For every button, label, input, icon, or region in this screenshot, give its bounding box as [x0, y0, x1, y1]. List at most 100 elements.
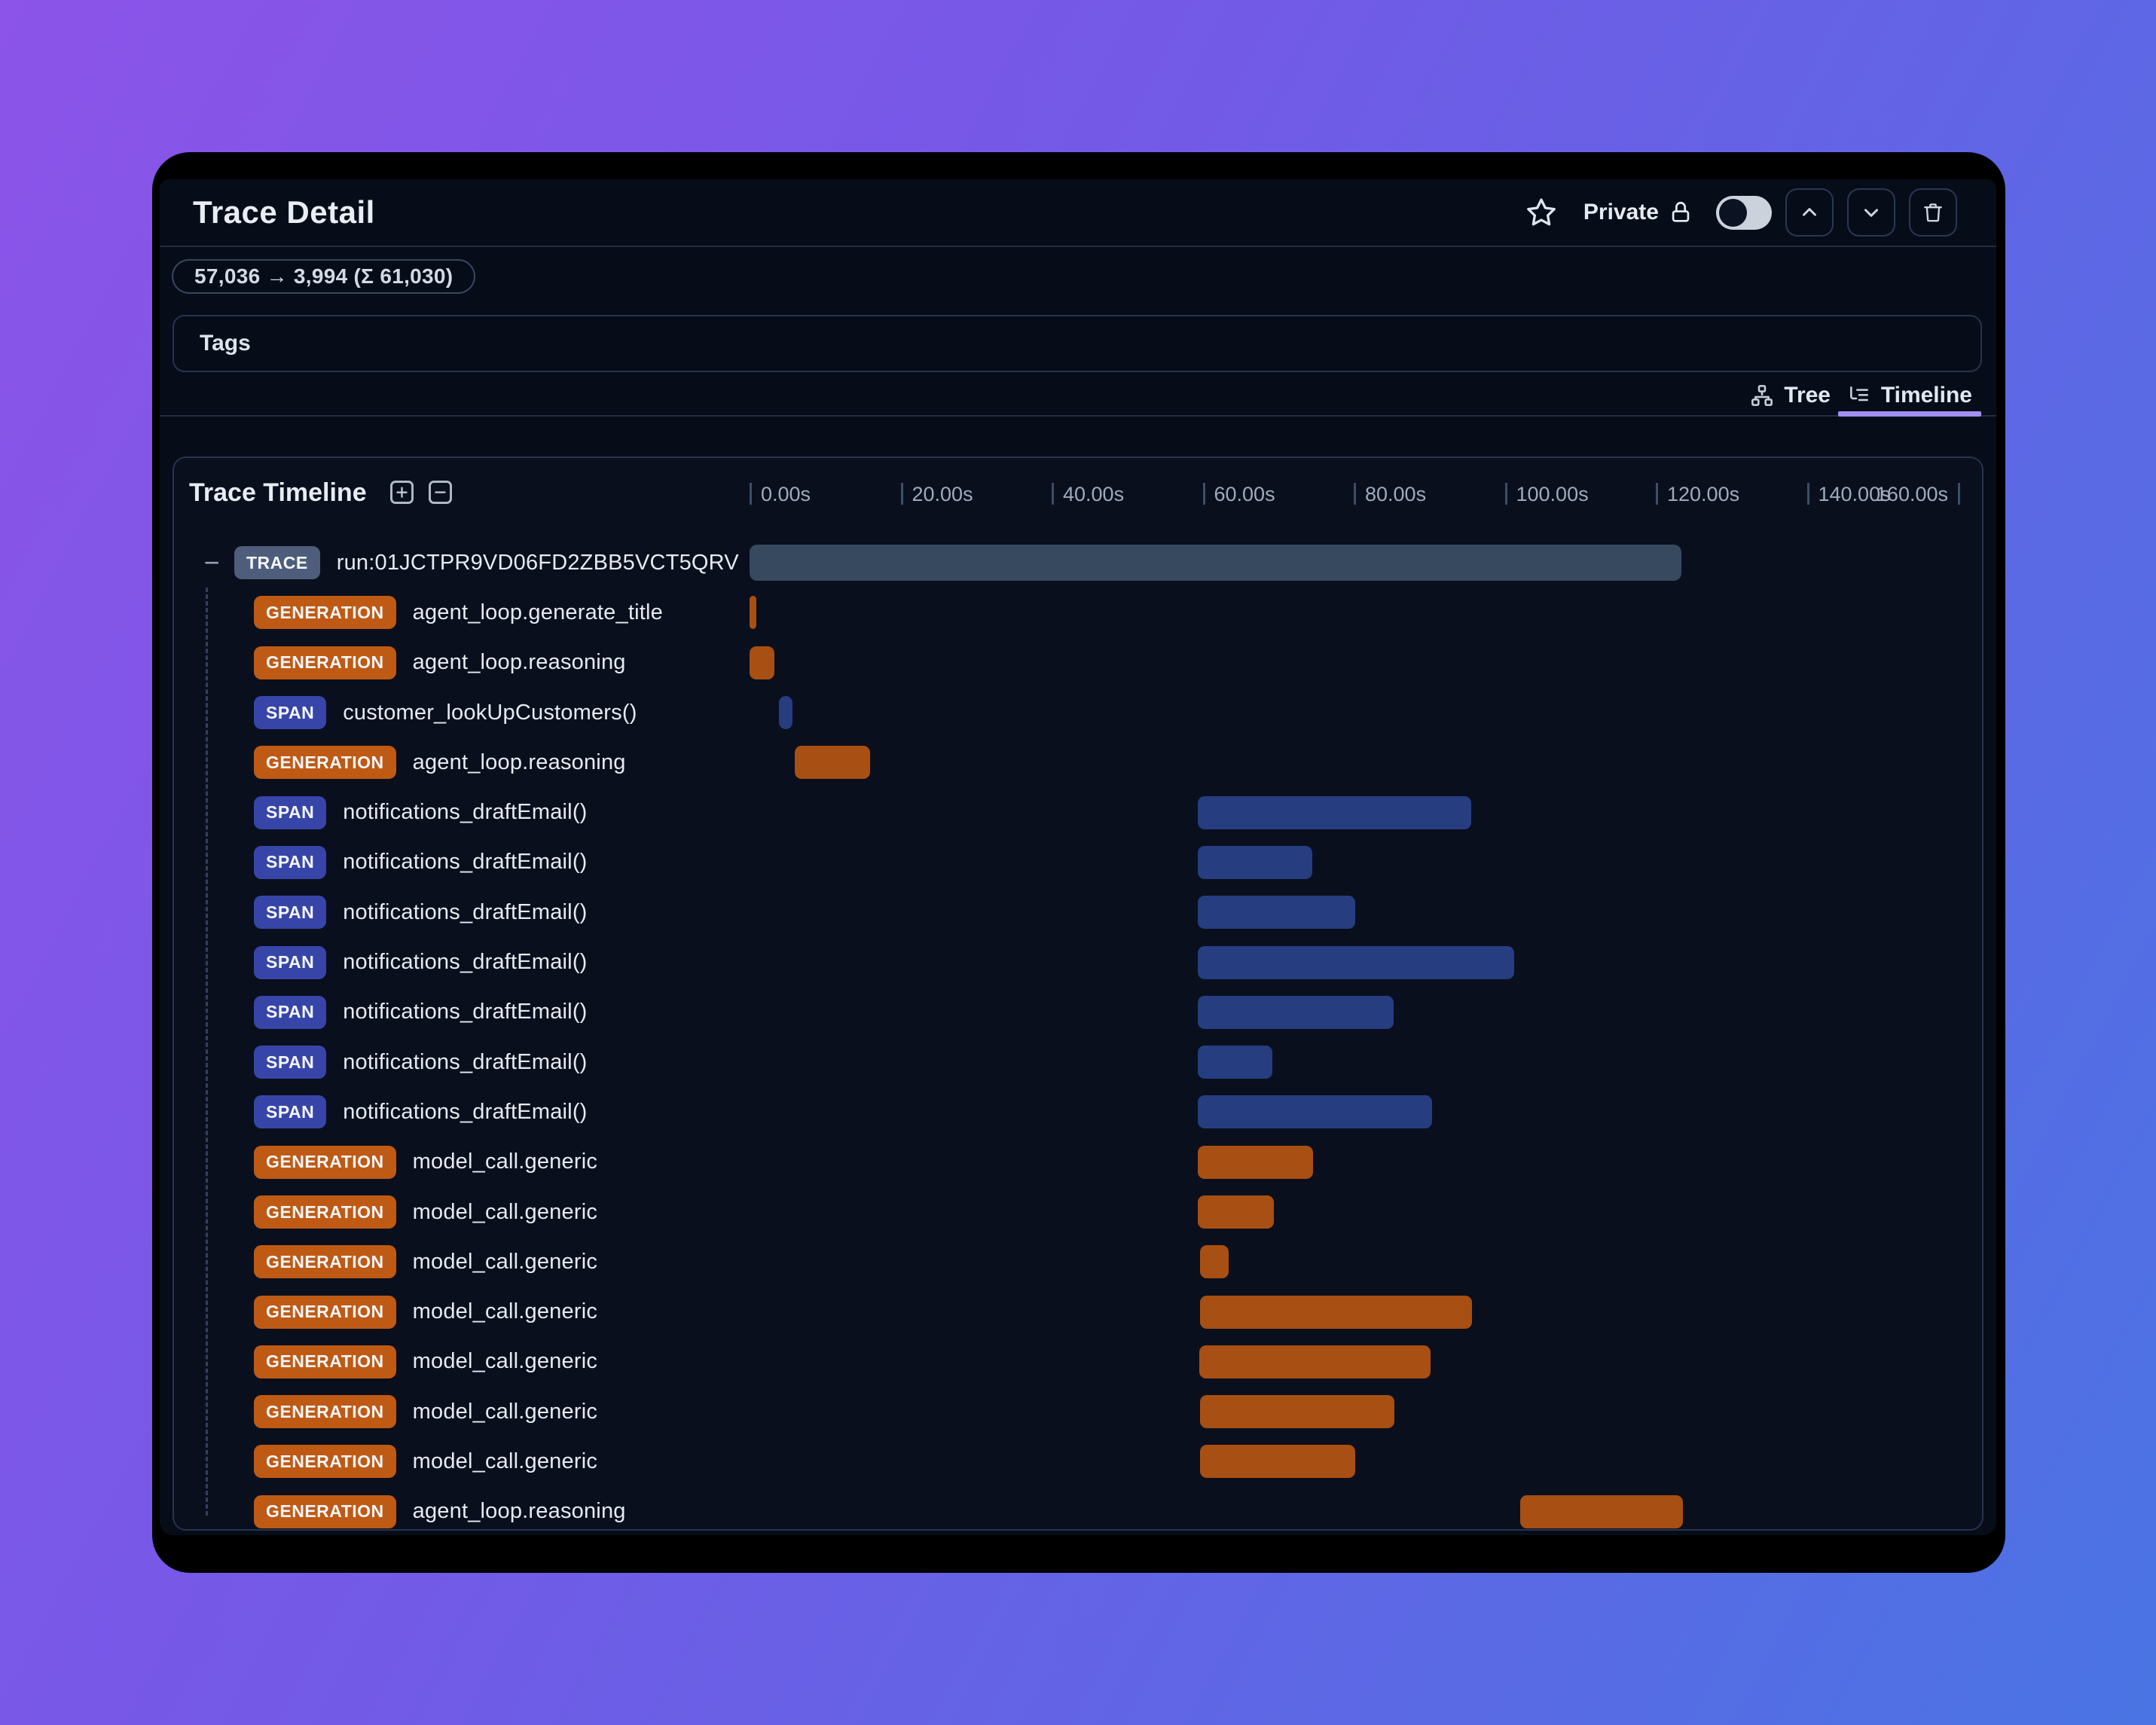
axis-tick: 20.00s — [900, 483, 973, 505]
timeline-row[interactable]: − SPAN notifications_draftEmail() — [174, 838, 1982, 887]
navigate-up-button[interactable] — [1785, 188, 1834, 237]
page-title: Trace Detail — [193, 194, 375, 230]
observation-type-badge: GENERATION — [254, 596, 396, 630]
observation-type-badge: GENERATION — [254, 1195, 396, 1229]
delete-trace-button[interactable] — [1909, 188, 1957, 237]
observation-name: notifications_draftEmail() — [343, 1099, 588, 1124]
axis-tick: 140.00s — [1806, 483, 1891, 505]
timeline-bar[interactable] — [750, 646, 775, 679]
axis-tick: 40.00s — [1052, 483, 1124, 505]
timeline-row[interactable]: − GENERATION agent_loop.generate_title — [174, 588, 1982, 637]
timeline-row[interactable]: − GENERATION model_call.generic — [174, 1287, 1982, 1336]
observation-name: notifications_draftEmail() — [343, 950, 588, 975]
axis-tick: 160.00s — [1876, 483, 1960, 505]
timeline-bar[interactable] — [1198, 896, 1355, 930]
axis-tick: 0.00s — [750, 483, 811, 505]
axis-tick-label: 120.00s — [1667, 483, 1740, 505]
desktop-background: { "header": { "title": "Trace Detail", "… — [0, 0, 2156, 1725]
observation-type-badge: SPAN — [254, 696, 327, 730]
timeline-row[interactable]: − GENERATION model_call.generic — [174, 1137, 1982, 1187]
timeline-row[interactable]: − GENERATION model_call.generic — [174, 1387, 1982, 1436]
timeline-bar[interactable] — [1200, 1245, 1229, 1279]
observation-name: agent_loop.reasoning — [412, 750, 626, 774]
timeline-row[interactable]: − SPAN notifications_draftEmail() — [174, 1087, 1982, 1137]
observation-type-badge: GENERATION — [254, 1145, 396, 1179]
timeline-bar[interactable] — [750, 596, 756, 630]
timeline-rows: − TRACE run:01JCTPR9VD06FD2ZBB5VCT5QRV −… — [174, 538, 1982, 1537]
observation-name: notifications_draftEmail() — [343, 850, 588, 875]
time-axis: 0.00s 20.00s 40.00s 60.00s 80.00s 100.00s 120.… — [174, 458, 1982, 511]
observation-type-badge: SPAN — [254, 995, 327, 1029]
axis-tick-label: 20.00s — [912, 483, 973, 505]
view-tabs: Tree Timeline — [160, 377, 1996, 417]
observation-type-badge: GENERATION — [254, 1494, 396, 1528]
timeline-bar[interactable] — [1198, 845, 1312, 879]
axis-tick-label: 0.00s — [761, 483, 811, 505]
timeline-bar[interactable] — [1198, 1195, 1274, 1229]
axis-tick-label: 100.00s — [1516, 483, 1589, 505]
observation-type-badge: GENERATION — [254, 1345, 396, 1378]
observation-type-badge: SPAN — [254, 945, 327, 979]
timeline-row[interactable]: − GENERATION model_call.generic — [174, 1237, 1982, 1287]
observation-name: model_call.generic — [412, 1249, 598, 1274]
public-sharing-toggle[interactable] — [1716, 195, 1772, 230]
timeline-bar[interactable] — [1199, 1345, 1431, 1378]
timeline-bar[interactable] — [795, 746, 871, 780]
timeline-row[interactable]: − SPAN notifications_draftEmail() — [174, 887, 1982, 937]
observation-name: agent_loop.generate_title — [412, 600, 663, 624]
token-usage-badge: 57,036 → 3,994 (Σ 61,030) — [172, 259, 476, 294]
toggle-knob — [1719, 198, 1747, 227]
axis-tick-label: 60.00s — [1214, 483, 1275, 505]
axis-tick-label: 80.00s — [1365, 483, 1427, 505]
panel-header: Trace Detail Private — [160, 179, 1996, 247]
favorite-star-icon[interactable] — [1525, 196, 1558, 229]
tab-timeline[interactable]: Timeline — [1837, 375, 1982, 417]
observation-name: model_call.generic — [412, 1149, 598, 1174]
tags-input[interactable]: Tags — [173, 315, 1982, 372]
timeline-bar[interactable] — [1200, 1445, 1355, 1479]
timeline-row[interactable]: − GENERATION agent_loop.reasoning — [174, 1487, 1982, 1537]
timeline-bar[interactable] — [1198, 1046, 1272, 1079]
timeline-bar[interactable] — [1200, 1395, 1395, 1429]
timeline-bar[interactable] — [1200, 1295, 1473, 1329]
trace-detail-window: Trace Detail Private 57,036 → 3,994 (Σ 6… — [152, 152, 2005, 1573]
timeline-bar[interactable] — [1198, 1145, 1313, 1179]
collapse-row-icon[interactable]: − — [201, 549, 222, 576]
timeline-bar[interactable] — [750, 545, 1682, 582]
timeline-bar[interactable] — [1198, 945, 1514, 979]
trace-timeline-card: Trace Timeline + − 0.00s 20.00s 40.00s 60.0… — [173, 456, 1983, 1531]
observation-type-badge: SPAN — [254, 795, 327, 829]
timeline-row[interactable]: − GENERATION model_call.generic — [174, 1337, 1982, 1387]
timeline-bar[interactable] — [1519, 1494, 1684, 1528]
timeline-row[interactable]: − SPAN notifications_draftEmail() — [174, 1037, 1982, 1087]
timeline-bar[interactable] — [1198, 795, 1472, 829]
timeline-row[interactable]: − GENERATION model_call.generic — [174, 1187, 1982, 1237]
axis-tick-label: 40.00s — [1063, 483, 1125, 505]
timeline-row[interactable]: − TRACE run:01JCTPR9VD06FD2ZBB5VCT5QRV — [174, 538, 1982, 588]
timeline-row[interactable]: − SPAN notifications_draftEmail() — [174, 988, 1982, 1037]
timeline-bar[interactable] — [779, 696, 793, 730]
tags-label: Tags — [200, 331, 251, 356]
observation-name: model_call.generic — [412, 1299, 598, 1324]
timeline-row[interactable]: − GENERATION agent_loop.reasoning — [174, 737, 1982, 787]
observation-name: model_call.generic — [412, 1399, 598, 1424]
observation-type-badge: SPAN — [254, 845, 327, 879]
chevron-down-icon — [1864, 209, 1878, 217]
tab-tree[interactable]: Tree — [1741, 375, 1840, 415]
observation-type-badge: GENERATION — [254, 1395, 396, 1429]
trash-icon — [1924, 203, 1942, 222]
observation-type-badge: GENERATION — [254, 1245, 396, 1279]
observation-name: run:01JCTPR9VD06FD2ZBB5VCT5QRV — [336, 550, 739, 575]
timeline-row[interactable]: − SPAN customer_lookUpCustomers() — [174, 688, 1982, 737]
timeline-bar[interactable] — [1198, 995, 1394, 1029]
privacy-label: Private — [1583, 200, 1659, 224]
timeline-bar[interactable] — [1198, 1095, 1433, 1129]
axis-tick-label: 160.00s — [1875, 483, 1948, 505]
timeline-row[interactable]: − GENERATION agent_loop.reasoning — [174, 638, 1982, 688]
list-tree-icon — [1849, 386, 1868, 401]
navigate-down-button[interactable] — [1847, 188, 1895, 237]
timeline-row[interactable]: − SPAN notifications_draftEmail() — [174, 787, 1982, 837]
observation-type-badge: SPAN — [254, 1095, 327, 1129]
timeline-row[interactable]: − GENERATION model_call.generic — [174, 1436, 1982, 1486]
timeline-row[interactable]: − SPAN notifications_draftEmail() — [174, 937, 1982, 987]
